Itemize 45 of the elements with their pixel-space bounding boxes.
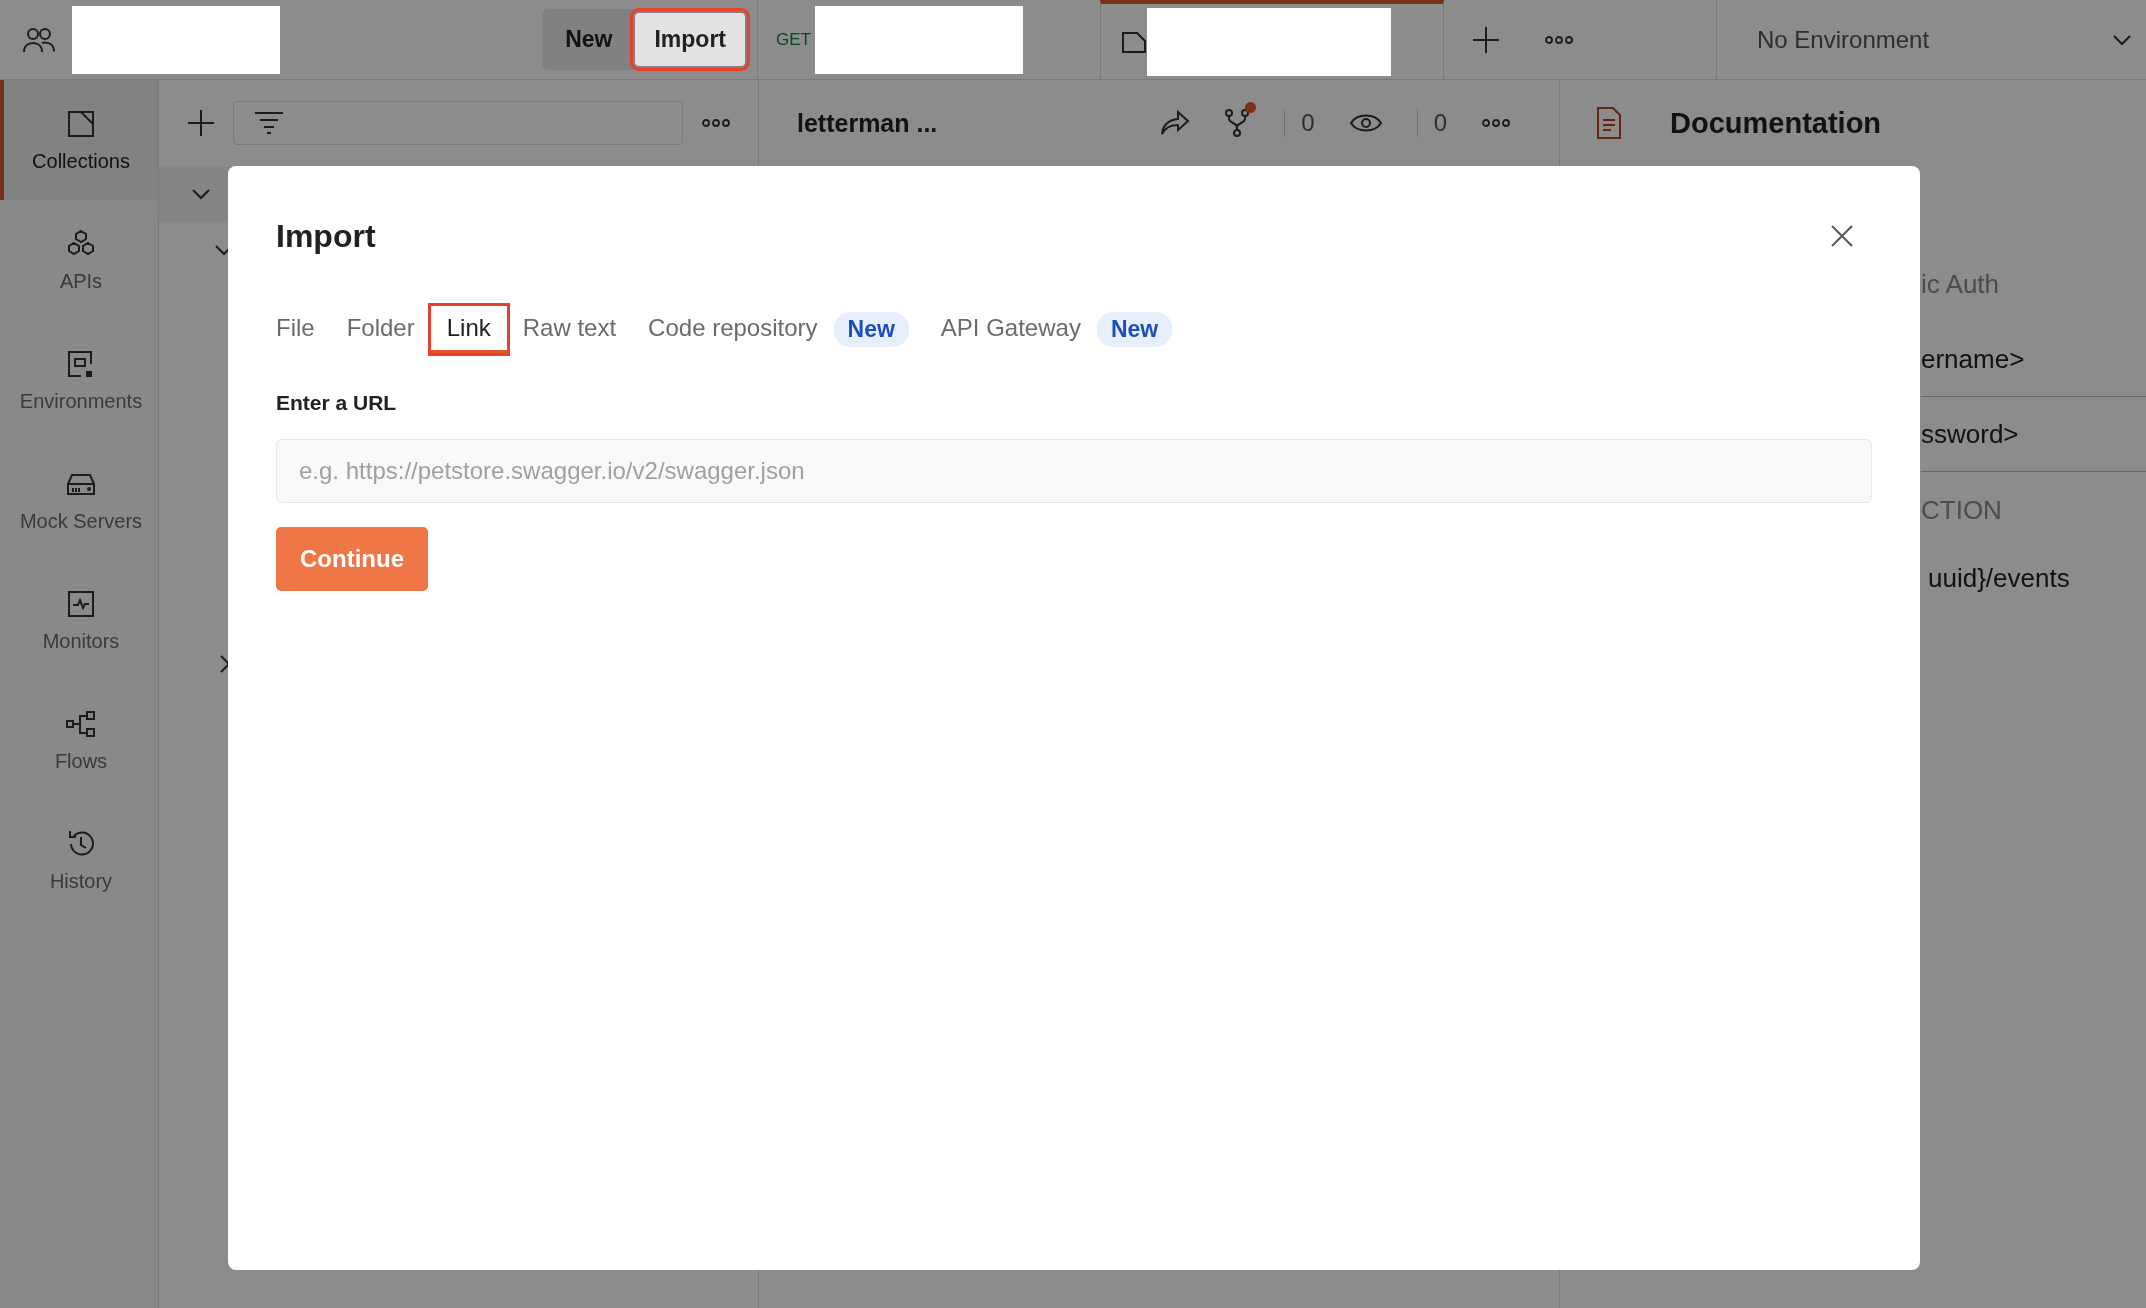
- new-badge: New: [1096, 312, 1173, 347]
- plus-icon[interactable]: [1472, 25, 1500, 54]
- sidebar-item[interactable]: Collections: [0, 80, 158, 200]
- eye-icon[interactable]: [1348, 112, 1383, 134]
- tab[interactable]: Raw text: [506, 306, 633, 353]
- documentation-heading: CTION: [1921, 493, 2003, 527]
- fork-icon[interactable]: [1224, 108, 1251, 138]
- tab[interactable]: API Gateway: [924, 306, 1097, 353]
- field-label: Enter a URL: [276, 391, 398, 415]
- request-title: letterman ...: [797, 108, 938, 138]
- tab[interactable]: Folder: [330, 306, 431, 353]
- folder-icon: [1121, 29, 1147, 54]
- chevron-right-icon[interactable]: [219, 654, 231, 674]
- sidebar-item[interactable]: APIs: [0, 200, 158, 320]
- tab[interactable]: File: [276, 306, 331, 353]
- documentation-text: ssword>: [1921, 397, 2146, 472]
- documentation-text: ername>: [1921, 322, 2146, 397]
- tab[interactable]: Code repository: [632, 306, 834, 353]
- fork-count: 0: [1284, 109, 1315, 137]
- watch-count: 0: [1416, 109, 1447, 137]
- dialog-title: Import: [276, 217, 376, 255]
- more-icon[interactable]: [1481, 118, 1511, 128]
- documentation-title: Documentation: [1670, 106, 1882, 140]
- filter-field[interactable]: [233, 101, 683, 145]
- new-badge: New: [833, 312, 909, 347]
- sidebar-item[interactable]: Monitors: [0, 560, 158, 680]
- chevron-down-icon: [2112, 33, 2132, 46]
- document-icon: [1596, 106, 1622, 140]
- continue-button[interactable]: Continue: [276, 527, 428, 591]
- more-icon[interactable]: [1544, 34, 1574, 45]
- sidebar-item[interactable]: Environments: [0, 320, 158, 440]
- sidebar-item[interactable]: Flows: [0, 680, 158, 800]
- filter-icon: [254, 111, 284, 135]
- share-icon[interactable]: [1160, 110, 1191, 136]
- tab[interactable]: Link: [430, 306, 507, 353]
- documentation-text: uuid}/events: [1928, 561, 2071, 595]
- more-icon[interactable]: [701, 118, 731, 128]
- url-field[interactable]: e.g. https://petstore.swagger.io/v2/swagger.json: [276, 439, 1872, 503]
- sidebar-item[interactable]: History: [0, 800, 158, 920]
- request-method: GET: [776, 29, 811, 50]
- plus-icon[interactable]: [187, 109, 215, 137]
- environment-dropdown[interactable]: No Environment: [1716, 0, 2146, 79]
- close-icon[interactable]: [1830, 224, 1854, 248]
- sidebar-item[interactable]: Mock Servers: [0, 440, 158, 560]
- documentation-heading: ic Auth: [1921, 267, 2001, 301]
